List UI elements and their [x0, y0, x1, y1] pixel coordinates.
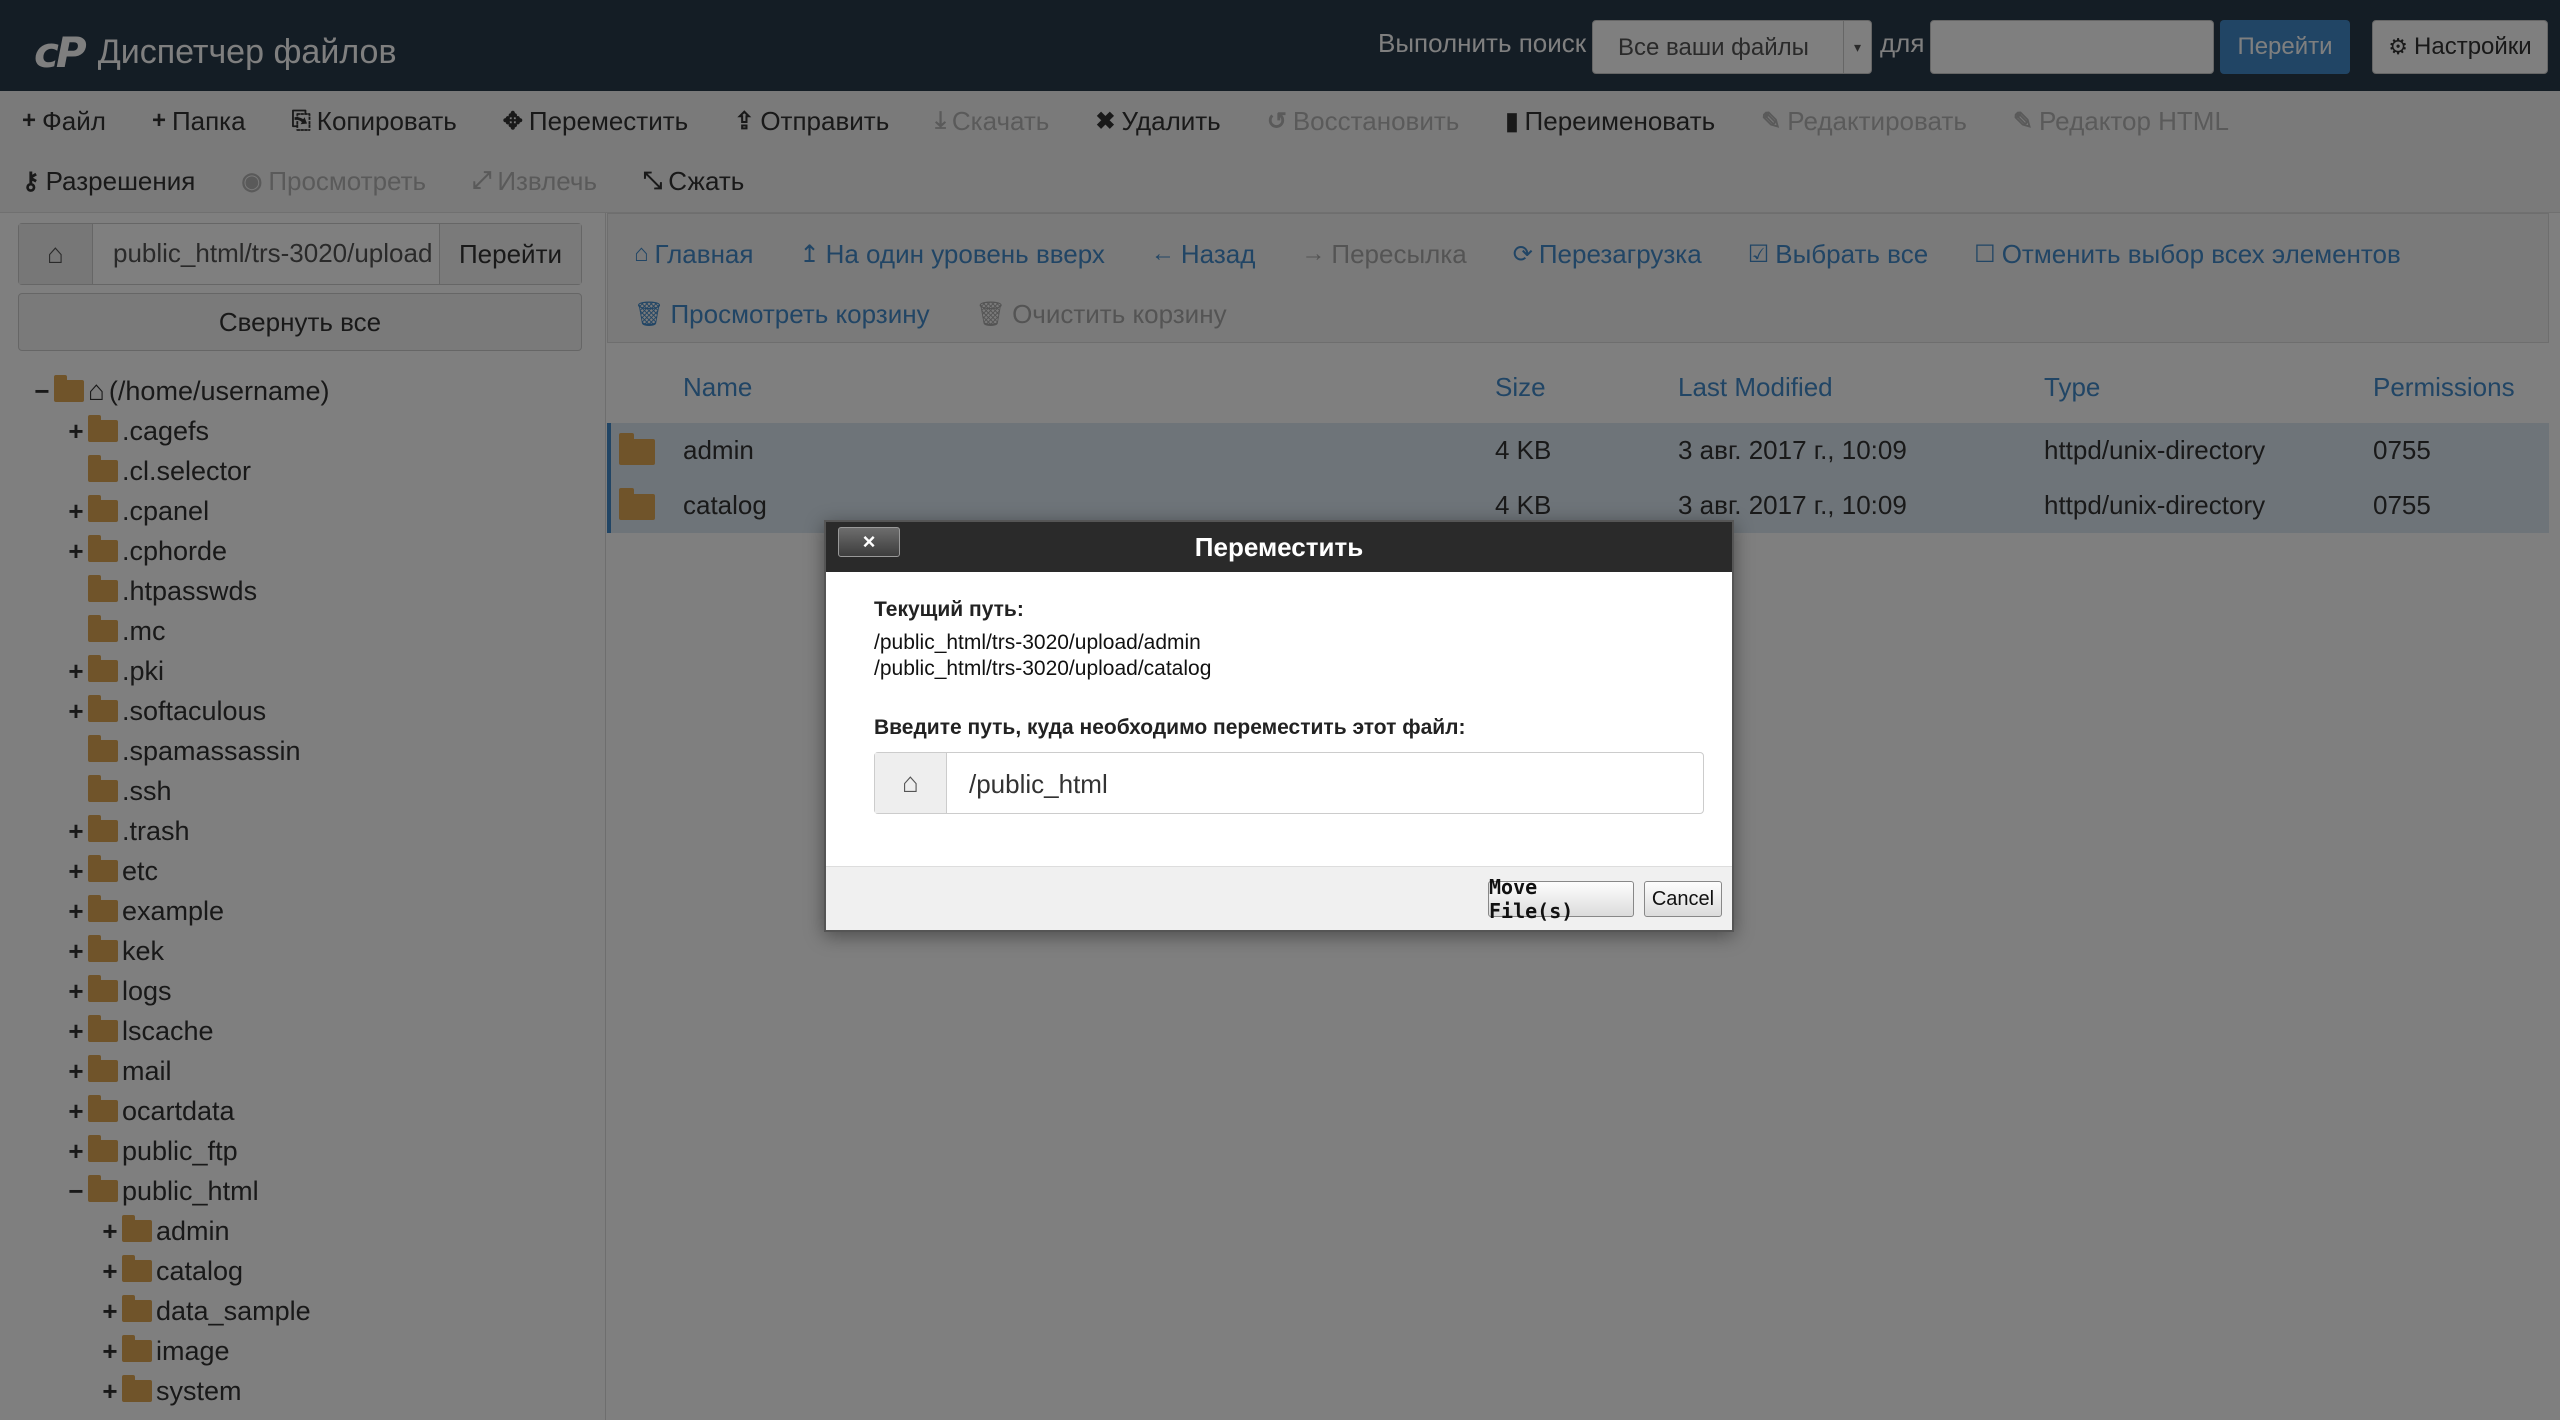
- move-dialog: × Переместить Текущий путь: /public_html…: [824, 520, 1734, 932]
- current-path-label: Текущий путь:: [874, 598, 1024, 621]
- current-path-item: /public_html/trs-3020/upload/catalog: [874, 657, 1212, 680]
- cancel-button[interactable]: Cancel: [1644, 881, 1722, 917]
- destination-input[interactable]: /public_html: [947, 753, 1703, 813]
- move-files-button[interactable]: Move File(s): [1488, 875, 1634, 923]
- dialog-footer: Move File(s) Cancel: [826, 866, 1732, 930]
- home-icon: ⌂: [875, 753, 947, 813]
- dialog-body: Текущий путь: /public_html/trs-3020/uplo…: [874, 598, 1710, 682]
- destination-field: ⌂ /public_html: [874, 752, 1704, 814]
- current-path-item: /public_html/trs-3020/upload/admin: [874, 631, 1201, 654]
- dialog-header: × Переместить: [826, 522, 1732, 572]
- close-icon[interactable]: ×: [838, 527, 900, 557]
- destination-label: Введите путь, куда необходимо переместит…: [874, 716, 1466, 739]
- dialog-title: Переместить: [1194, 531, 1364, 562]
